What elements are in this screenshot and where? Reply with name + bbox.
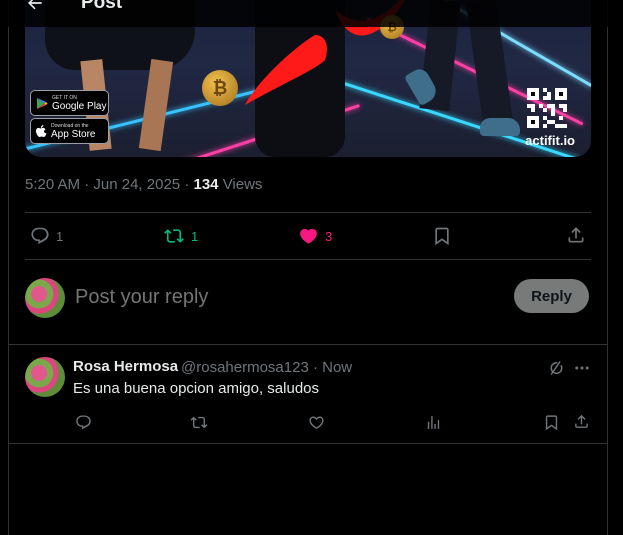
brand-watermark: actifit.io bbox=[525, 133, 575, 148]
like-count: 3 bbox=[325, 228, 333, 244]
comment-icon bbox=[31, 227, 49, 245]
views-count: 134 bbox=[193, 176, 219, 193]
app-store-badge[interactable]: Download on the App Store bbox=[30, 118, 109, 144]
post-date[interactable]: Jun 24, 2025 bbox=[93, 176, 180, 193]
grok-button[interactable] bbox=[545, 358, 567, 378]
analytics-icon bbox=[427, 415, 439, 429]
reply-like-button[interactable] bbox=[306, 412, 326, 432]
reply-text: Es una buena opcion amigo, saludos bbox=[73, 380, 320, 397]
reply-author-handle[interactable]: @rosahermosa123 · Now bbox=[181, 359, 352, 376]
qr-code-icon bbox=[527, 88, 567, 128]
google-play-label: Google Play bbox=[52, 100, 107, 112]
bookmark-action-button[interactable] bbox=[432, 226, 452, 246]
meta-separator: · bbox=[84, 176, 94, 193]
more-options-button[interactable] bbox=[571, 358, 593, 378]
repost-count: 1 bbox=[191, 228, 199, 244]
google-play-badge[interactable]: GET IT ON Google Play bbox=[30, 90, 109, 116]
reply-avatar[interactable] bbox=[25, 357, 65, 397]
divider bbox=[25, 259, 591, 260]
share-action-button[interactable] bbox=[566, 225, 586, 245]
reply-author-name[interactable]: Rosa Hermosa bbox=[73, 358, 178, 375]
arrow-left-icon bbox=[28, 0, 42, 10]
reply-count: 1 bbox=[56, 228, 64, 244]
reply-repost-button[interactable] bbox=[189, 412, 209, 432]
divider bbox=[25, 212, 591, 213]
back-button[interactable] bbox=[20, 0, 50, 18]
heart-icon bbox=[308, 415, 324, 429]
divider bbox=[8, 443, 608, 444]
repost-icon bbox=[164, 229, 184, 243]
divider bbox=[8, 344, 608, 345]
post-meta: 5:20 AM · Jun 24, 2025 · 134 Views bbox=[25, 176, 262, 193]
top-header: Post bbox=[0, 0, 623, 27]
bitcoin-coin: ₿ bbox=[202, 70, 238, 106]
reply-analytics-button[interactable] bbox=[423, 412, 443, 432]
reply-input[interactable] bbox=[75, 284, 495, 310]
reply-action-button[interactable]: 1 bbox=[30, 226, 63, 246]
reply-button[interactable]: Reply bbox=[514, 279, 589, 313]
avatar[interactable] bbox=[25, 278, 65, 318]
app-store-small-text: Download on the bbox=[51, 122, 89, 129]
repost-icon bbox=[190, 416, 208, 428]
runner-leg bbox=[138, 58, 174, 152]
share-icon bbox=[568, 227, 584, 243]
repost-action-button[interactable]: 1 bbox=[163, 226, 198, 246]
google-play-icon bbox=[37, 97, 48, 109]
grok-icon bbox=[550, 361, 563, 375]
apple-icon bbox=[36, 124, 47, 137]
share-icon bbox=[574, 414, 588, 428]
reply-comment-button[interactable] bbox=[73, 412, 93, 432]
post-time[interactable]: 5:20 AM bbox=[25, 176, 80, 193]
reply-bookmark-button[interactable] bbox=[541, 412, 561, 432]
more-horizontal-icon bbox=[575, 366, 589, 370]
shoe bbox=[480, 118, 520, 136]
app-store-label: App Store bbox=[51, 128, 96, 140]
like-action-button[interactable]: 3 bbox=[298, 226, 332, 246]
views-label: Views bbox=[222, 176, 263, 193]
comment-icon bbox=[75, 414, 91, 429]
heart-filled-icon bbox=[300, 228, 317, 244]
bookmark-icon bbox=[545, 414, 557, 430]
reply-share-button[interactable] bbox=[571, 411, 591, 431]
page-title: Post bbox=[81, 0, 123, 13]
bookmark-icon bbox=[435, 227, 449, 246]
